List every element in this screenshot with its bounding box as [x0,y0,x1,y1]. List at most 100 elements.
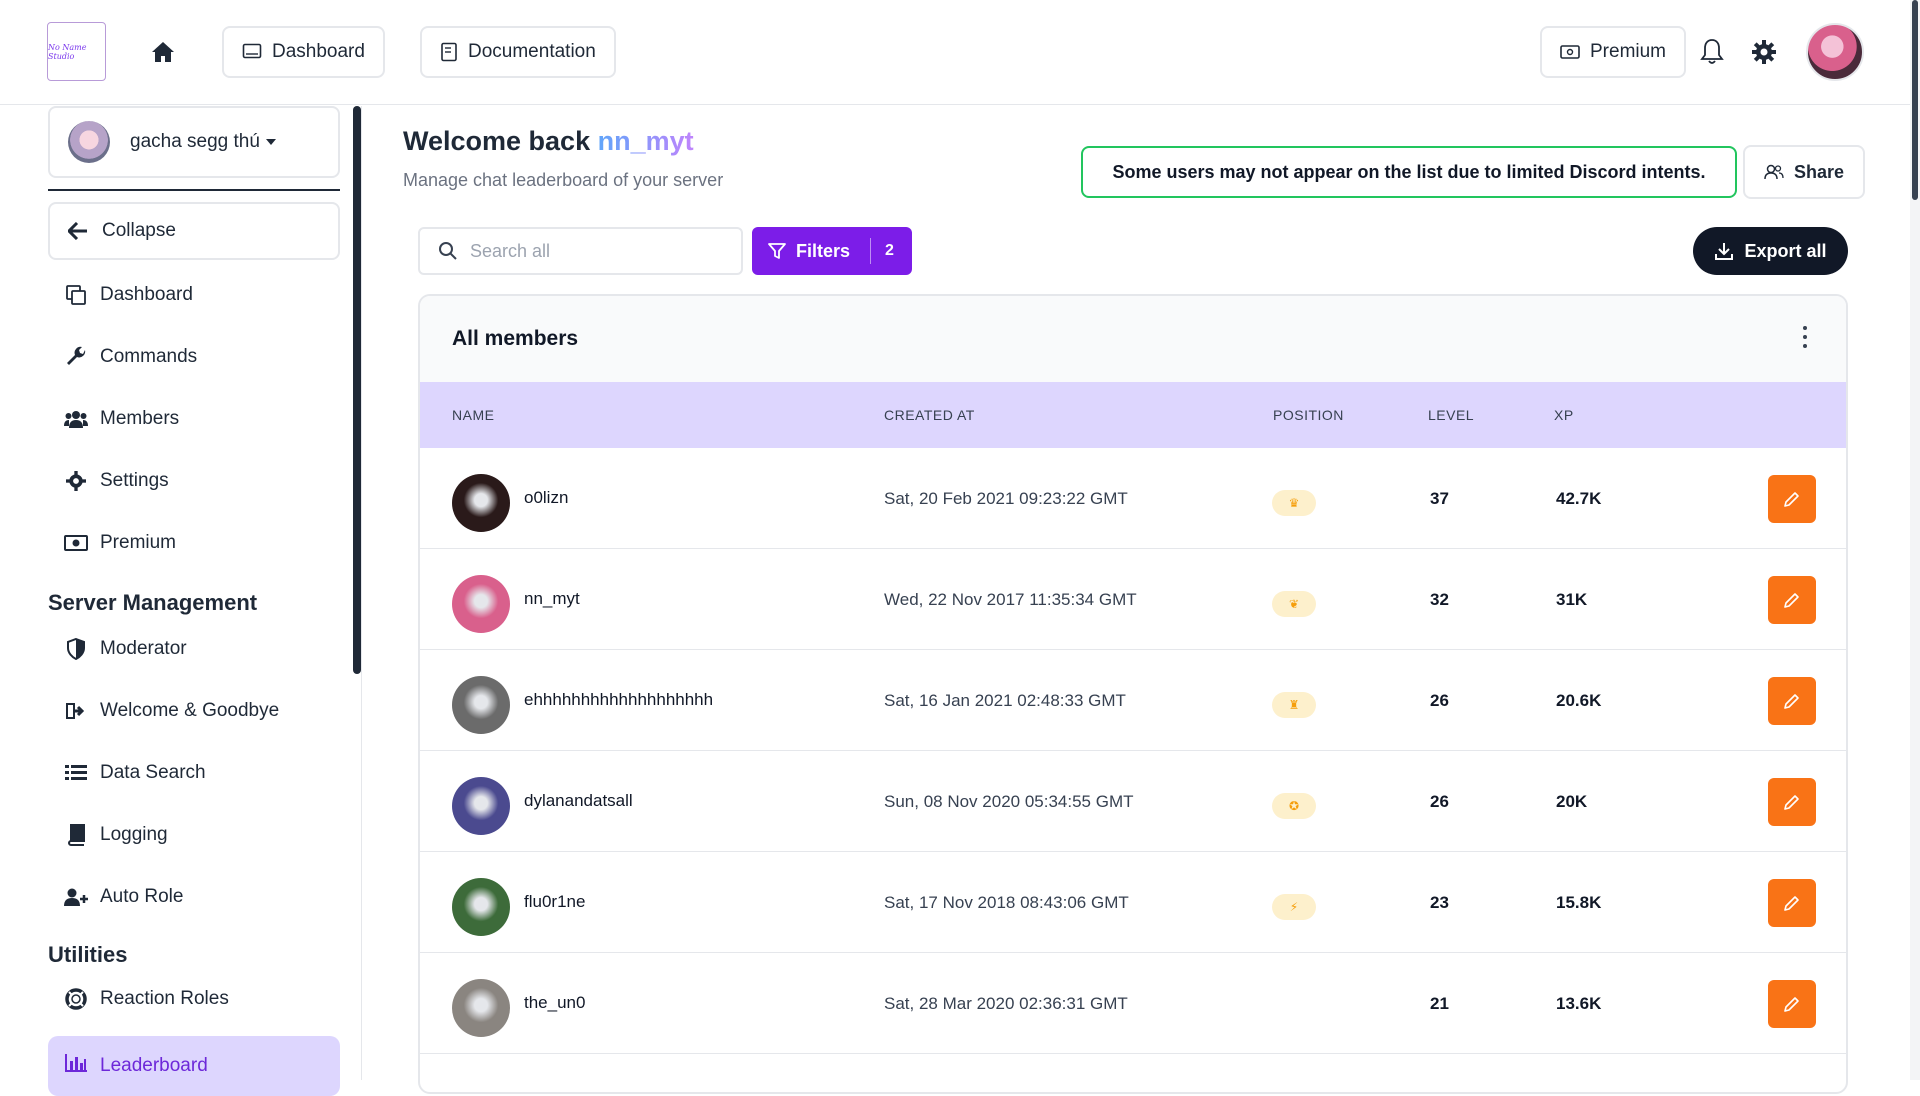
download-icon [1715,243,1734,260]
sidebar-item-members[interactable]: Members [64,404,179,434]
filters-button[interactable]: Filters 2 [752,227,912,275]
member-name: ehhhhhhhhhhhhhhhhhhh [524,690,714,709]
sign-in-icon [64,699,88,723]
sidebar-item-label: Moderator [100,638,187,659]
logo-text: No Name Studio [48,42,87,61]
member-avatar [452,575,510,633]
search-placeholder: Search all [470,240,551,261]
edit-button[interactable] [1768,576,1816,624]
notifications-button[interactable] [1697,36,1727,68]
table-row[interactable]: the_un0 Sat, 28 Mar 2020 02:36:31 GMT 21 13… [420,953,1846,1054]
settings-button[interactable] [1749,37,1779,67]
member-level: 23 [1430,893,1449,912]
page-scrollbar-thumb[interactable] [1912,0,1918,200]
member-created-at: Sat, 28 Mar 2020 02:36:31 GMT [884,994,1128,1013]
share-button[interactable]: Share [1743,145,1865,199]
sidebar-item-logging[interactable]: Logging [64,820,168,850]
table-row[interactable]: dylanandatsall Sun, 08 Nov 2020 05:34:55 … [420,751,1846,852]
edit-button[interactable] [1768,980,1816,1028]
table-row[interactable]: ehhhhhhhhhhhhhhhhhhh Sat, 16 Jan 2021 02:… [420,650,1846,751]
section-title-utilities: Utilities [48,942,128,967]
edit-button[interactable] [1768,677,1816,725]
export-all-button[interactable]: Export all [1693,227,1848,275]
member-avatar [452,474,510,532]
sidebar-item-leaderboard[interactable]: Leaderboard [48,1036,340,1096]
member-avatar [452,676,510,734]
member-created-at: Sat, 17 Nov 2018 08:43:06 GMT [884,893,1129,912]
shield-icon [64,637,88,661]
sidebar-item-welcome-goodbye[interactable]: Welcome & Goodbye [64,696,279,726]
documentation-button[interactable]: Documentation [420,26,616,78]
wrench-icon [64,345,88,369]
server-selector[interactable]: gacha segg thú [48,106,340,178]
edit-button[interactable] [1768,879,1816,927]
pencil-icon [1784,896,1799,911]
collapse-button[interactable]: Collapse [48,202,340,260]
crown-icon: ♛ [1272,490,1316,516]
caret-down-icon [265,138,276,145]
sidebar-item-dashboard[interactable]: Dashboard [64,280,193,310]
bell-icon [1700,39,1724,64]
app-logo[interactable]: No Name Studio [47,22,106,81]
premium-button[interactable]: Premium [1540,26,1687,78]
member-level: 21 [1430,994,1449,1013]
sidebar-item-data-search[interactable]: Data Search [64,758,206,788]
table-row[interactable]: flu0r1ne Sat, 17 Nov 2018 08:43:06 GMT ⚡ 23… [420,852,1846,953]
gear-icon [64,469,88,493]
sidebar-item-label: Premium [100,532,177,553]
trophy-icon: ♜ [1272,692,1316,718]
filters-left: Filters [752,241,870,262]
member-xp: 42.7K [1556,489,1602,508]
section-title-server-management: Server Management [48,590,258,615]
sidebar: gacha segg thú Collapse Dashboard Comman… [0,106,362,1096]
more-options-icon[interactable] [1802,326,1808,348]
column-header-level[interactable]: LEVEL [1428,407,1474,423]
member-avatar [452,777,510,835]
medal-icon: ✪ [1272,793,1316,819]
sidebar-item-settings[interactable]: Settings [64,466,169,496]
member-created-at: Sat, 16 Jan 2021 02:48:33 GMT [884,691,1126,710]
book-icon [64,823,88,847]
column-header-xp[interactable]: XP [1554,407,1574,423]
table-row[interactable]: o0lizn Sat, 20 Feb 2021 09:23:22 GMT ♛ 37 42… [420,448,1846,549]
column-header-created-at[interactable]: CREATED AT [884,407,975,423]
document-icon [441,42,457,62]
documentation-button-label: Documentation [468,41,596,62]
member-level: 26 [1430,691,1449,710]
sidebar-item-premium[interactable]: Premium [64,528,176,558]
sidebar-item-label: Logging [100,824,168,845]
sidebar-item-commands[interactable]: Commands [64,342,197,372]
sidebar-item-reaction-roles[interactable]: Reaction Roles [64,984,229,1014]
edit-button[interactable] [1768,778,1816,826]
member-name: the_un0 [524,993,586,1012]
member-name: dylanandatsall [524,791,633,810]
member-level: 32 [1430,590,1449,609]
user-plus-icon [64,885,88,909]
search-input[interactable]: Search all [418,227,743,275]
page-scrollbar[interactable] [1910,0,1920,1080]
sidebar-item-auto-role[interactable]: Auto Role [64,882,183,912]
pencil-icon [1784,593,1799,608]
home-icon [152,42,174,62]
bar-chart-icon [64,1053,88,1079]
users-outline-icon [1764,164,1784,180]
user-avatar[interactable] [1806,23,1864,81]
edit-button[interactable] [1768,475,1816,523]
collapse-label: Collapse [102,220,176,241]
page-title: Welcome back nn_myt [403,126,694,157]
sidebar-item-label: Auto Role [100,886,184,907]
member-avatar [452,979,510,1037]
sidebar-item-moderator[interactable]: Moderator [64,634,187,664]
member-xp: 31K [1556,590,1588,609]
column-header-position[interactable]: POSITION [1273,407,1344,423]
sidebar-scrollbar[interactable] [353,106,361,674]
dashboard-button[interactable]: Dashboard [222,26,385,78]
member-name: nn_myt [524,589,580,608]
member-xp: 13.6K [1556,994,1602,1013]
export-label: Export all [1744,240,1827,261]
home-button[interactable] [148,38,178,66]
sidebar-item-label: Welcome & Goodbye [100,700,280,721]
column-header-name[interactable]: NAME [452,407,494,423]
list-icon [64,761,88,785]
table-row[interactable]: nn_myt Wed, 22 Nov 2017 11:35:34 GMT ❦ 32 31… [420,549,1846,650]
